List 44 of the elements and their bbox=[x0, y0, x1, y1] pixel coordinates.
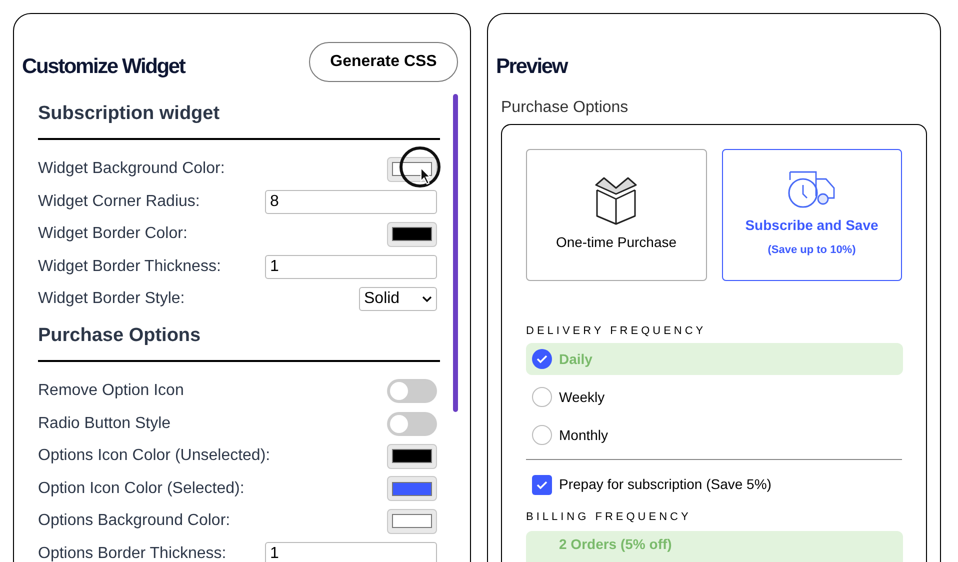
panel-title: Preview bbox=[495, 54, 569, 80]
number-field[interactable]: 1 bbox=[265, 254, 437, 279]
toggle-switch[interactable] bbox=[387, 379, 437, 404]
color-picker[interactable] bbox=[387, 222, 437, 247]
color-picker[interactable] bbox=[387, 476, 437, 502]
checkbox-label: Prepay for subscription (Save 5%) bbox=[559, 475, 772, 494]
radio-checked[interactable] bbox=[532, 349, 552, 369]
setting-label: Options Icon Color (Unselected): bbox=[38, 446, 270, 466]
setting-label: Options Background Color: bbox=[38, 511, 230, 532]
setting-label: Widget Border Color: bbox=[38, 224, 188, 244]
purchase-option-card[interactable]: Subscribe and Save (Save up to 10%) bbox=[722, 148, 902, 280]
radio-button[interactable] bbox=[532, 387, 552, 407]
checkbox[interactable] bbox=[532, 474, 552, 494]
frequency-option[interactable]: Weekly bbox=[526, 381, 903, 413]
truck-clock-icon bbox=[786, 170, 837, 209]
generate-css-button[interactable]: Generate CSS bbox=[309, 42, 458, 82]
setting-label: Radio Button Style bbox=[38, 414, 171, 434]
section-heading: Subscription widget bbox=[38, 102, 221, 126]
setting-label: Options Border Thickness: bbox=[38, 544, 226, 562]
check-icon bbox=[536, 354, 548, 364]
section-label: DELIVERY FREQUENCY bbox=[526, 324, 708, 338]
chevron-icon bbox=[422, 296, 432, 303]
color-picker[interactable] bbox=[387, 508, 437, 534]
color-picker[interactable] bbox=[387, 444, 437, 469]
setting-label: Widget Border Thickness: bbox=[38, 256, 221, 277]
setting-label: Widget Corner Radius: bbox=[38, 192, 200, 212]
number-field[interactable]: 8 bbox=[265, 190, 437, 214]
purchase-option-card[interactable]: One-time Purchase bbox=[526, 148, 706, 280]
radio-button[interactable] bbox=[532, 425, 552, 445]
setting-label: Widget Background Color: bbox=[38, 159, 225, 180]
toggle-switch[interactable] bbox=[387, 412, 437, 436]
check-icon bbox=[536, 480, 548, 490]
widget-label: Purchase Options bbox=[500, 98, 630, 118]
section-label: BILLING FREQUENCY bbox=[526, 510, 692, 525]
setting-label: Remove Option Icon bbox=[38, 381, 184, 402]
frequency-option[interactable]: Monthly bbox=[526, 419, 903, 451]
number-field[interactable]: 1 bbox=[265, 542, 437, 562]
setting-label: Widget Border Style: bbox=[38, 289, 185, 310]
scrollbar[interactable] bbox=[453, 94, 458, 412]
panel-title: Customize Widget bbox=[22, 54, 185, 80]
cursor-icon bbox=[399, 146, 441, 188]
setting-label: Option Icon Color (Selected): bbox=[38, 478, 244, 499]
style-select[interactable]: Solid bbox=[359, 287, 437, 312]
section-heading: Purchase Options bbox=[38, 324, 202, 348]
